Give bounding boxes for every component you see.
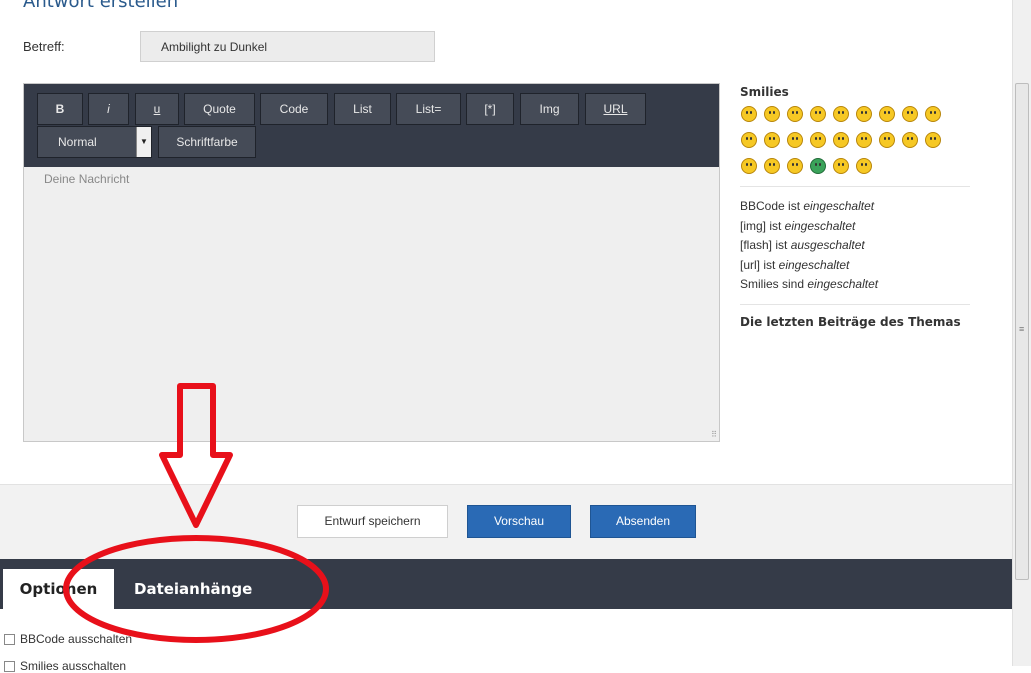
img-button[interactable]: Img [520, 93, 579, 125]
bbcode-toolbar: B i u Quote Code List List= [*] Img URL … [24, 84, 719, 167]
code-button[interactable]: Code [260, 93, 328, 125]
smiley-icon[interactable] [902, 106, 918, 122]
checkbox[interactable] [4, 661, 15, 673]
status-flash: [flash] ist ausgeschaltet [740, 238, 865, 252]
smiley-icon[interactable] [764, 106, 780, 122]
url-button[interactable]: URL [585, 93, 646, 125]
smiley-icon[interactable] [925, 132, 941, 148]
smiley-icon[interactable] [879, 106, 895, 122]
smiley-icon[interactable] [856, 158, 872, 174]
sidebar: Smilies BBCode ist eingeschaltet [img] i… [740, 85, 970, 329]
recent-posts-heading: Die letzten Beiträge des Themas [740, 314, 961, 329]
status-img: [img] ist eingeschaltet [740, 218, 856, 233]
preview-button[interactable]: Vorschau [467, 505, 571, 538]
italic-button[interactable]: i [88, 93, 129, 125]
smiley-icon[interactable] [833, 132, 849, 148]
chevron-down-icon[interactable]: ▼ [136, 127, 151, 157]
smiley-icon[interactable] [902, 132, 918, 148]
smiley-icon[interactable] [810, 106, 826, 122]
underline-button[interactable]: u [135, 93, 179, 125]
save-draft-button[interactable]: Entwurf speichern [297, 505, 448, 538]
smiley-icon[interactable] [879, 132, 895, 148]
list-button[interactable]: List [334, 93, 391, 125]
message-editor: B i u Quote Code List List= [*] Img URL … [23, 83, 720, 442]
smiley-icon[interactable] [787, 132, 803, 148]
smiley-icon[interactable] [787, 158, 803, 174]
status-url: [url] ist eingeschaltet [740, 257, 850, 272]
tab-attachments[interactable]: Dateianhänge [134, 569, 252, 609]
smiley-icon[interactable] [764, 132, 780, 148]
divider [740, 303, 970, 305]
smiley-icon[interactable] [856, 132, 872, 148]
tab-options[interactable]: Optionen [3, 569, 114, 609]
smiley-icon[interactable] [833, 106, 849, 122]
scrollbar[interactable]: ≡ [1012, 0, 1031, 666]
quote-button[interactable]: Quote [184, 93, 255, 125]
status-smilies: Smilies sind eingeschaltet [740, 277, 879, 291]
scrollbar-thumb[interactable]: ≡ [1015, 83, 1029, 580]
tab-bar: Optionen Dateianhänge [0, 559, 1012, 609]
divider [740, 186, 970, 187]
smiley-icon[interactable] [787, 106, 803, 122]
smiley-icon[interactable] [741, 132, 757, 148]
option-smilies-off[interactable]: Smilies ausschalten [4, 659, 126, 673]
subject-label: Betreff: [23, 39, 65, 54]
font-size-select[interactable]: Normal ▼ [37, 126, 152, 158]
smilies-grid [740, 102, 970, 180]
message-textarea[interactable]: Deine Nachricht [44, 172, 129, 186]
status-bbcode: BBCode ist eingeschaltet [740, 199, 875, 213]
bold-button[interactable]: B [37, 93, 83, 125]
smiley-icon[interactable] [856, 106, 872, 122]
option-bbcode-off[interactable]: BBCode ausschalten [4, 632, 132, 646]
smiley-icon[interactable] [810, 158, 826, 174]
smiley-icon[interactable] [833, 158, 849, 174]
checkbox[interactable] [4, 634, 15, 646]
grip-icon: ≡ [1019, 324, 1025, 334]
smiley-icon[interactable] [810, 132, 826, 148]
subject-input[interactable]: Ambilight zu Dunkel [140, 31, 435, 62]
submit-button[interactable]: Absenden [590, 505, 696, 538]
resize-handle-icon[interactable]: ⠿ [711, 430, 717, 439]
smiley-icon[interactable] [741, 158, 757, 174]
smiley-icon[interactable] [741, 106, 757, 122]
action-bar: Entwurf speichern Vorschau Absenden [0, 484, 1012, 560]
smiley-icon[interactable] [925, 106, 941, 122]
list-item-button[interactable]: [*] [466, 93, 514, 125]
smiley-icon[interactable] [764, 158, 780, 174]
font-color-button[interactable]: Schriftfarbe [158, 126, 256, 158]
list-ordered-button[interactable]: List= [396, 93, 461, 125]
smilies-heading: Smilies [740, 85, 789, 99]
font-size-value: Normal [58, 135, 97, 149]
page-title: Antwort erstellen [23, 0, 179, 12]
